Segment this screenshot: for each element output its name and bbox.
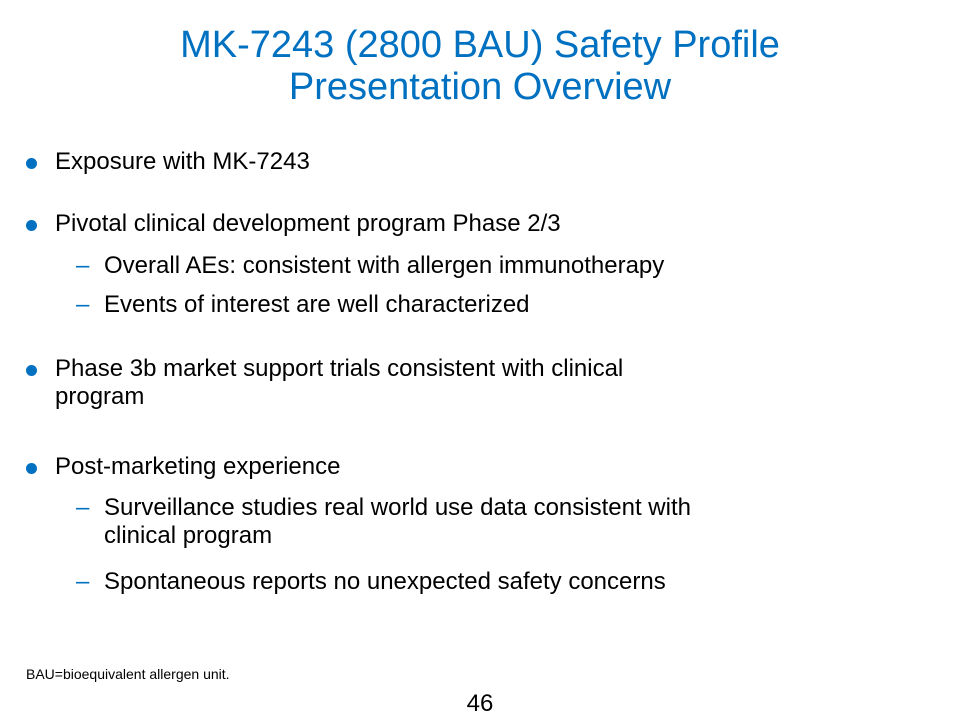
bullet-text: Exposure with MK-7243 xyxy=(55,148,310,175)
slide-title: MK-7243 (2800 BAU) Safety Profile Presen… xyxy=(0,24,960,108)
bullet-text: Phase 3b market support trials consisten… xyxy=(55,355,895,411)
bullet-text: Pivotal clinical development program Pha… xyxy=(55,210,561,237)
slide-title-line-2: Presentation Overview xyxy=(288,66,672,108)
page-number: 46 xyxy=(466,690,494,717)
dash-icon: – xyxy=(76,494,90,521)
sub-bullet-text: Surveillance studies real world use data… xyxy=(104,494,904,550)
slide-title-line-1: MK-7243 (2800 BAU) Safety Profile xyxy=(180,24,780,66)
dash-icon: – xyxy=(76,568,90,595)
bullet-text: Post-marketing experience xyxy=(55,453,341,480)
bullet-dot-icon xyxy=(26,463,37,474)
footnote: BAU=bioequivalent allergen unit. xyxy=(26,666,230,682)
sub-bullet-text-line-1: Surveillance studies real world use data… xyxy=(104,494,691,521)
bullet-dot-icon xyxy=(26,158,37,169)
bullet-dot-icon xyxy=(26,220,37,231)
bullet-text-line-2: program xyxy=(55,383,145,410)
sub-bullet-text-line-2: clinical program xyxy=(104,522,273,549)
dash-icon: – xyxy=(76,291,90,318)
sub-bullet-text: Events of interest are well characterize… xyxy=(104,291,530,318)
dash-icon: – xyxy=(76,252,90,279)
sub-bullet-text: Spontaneous reports no unexpected safety… xyxy=(104,568,666,595)
bullet-dot-icon xyxy=(26,365,37,376)
slide: MK-7243 (2800 BAU) Safety Profile Presen… xyxy=(0,0,960,720)
bullet-text-line-1: Phase 3b market support trials consisten… xyxy=(55,355,624,382)
sub-bullet-text: Overall AEs: consistent with allergen im… xyxy=(104,252,665,279)
